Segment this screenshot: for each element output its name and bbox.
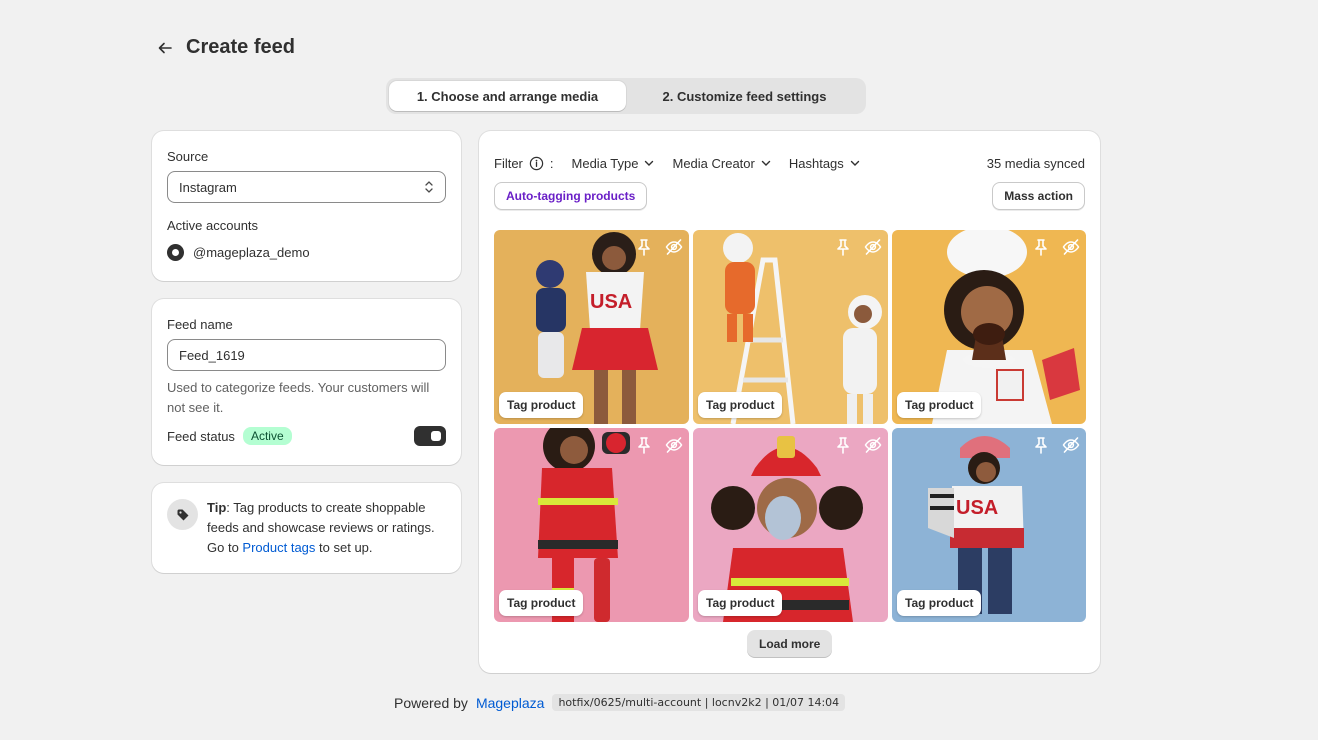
source-card: Source Instagram Active accounts @magepl… bbox=[152, 131, 461, 281]
tag-product-button[interactable]: Tag product bbox=[499, 590, 584, 616]
action-row: Auto-tagging products Mass action bbox=[494, 182, 1085, 210]
product-tags-link[interactable]: Product tags bbox=[242, 540, 315, 555]
hide-icon[interactable] bbox=[665, 238, 683, 256]
svg-text:USA: USA bbox=[590, 291, 632, 313]
version-badge: hotfix/0625/multi-account | locnv2k2 | 0… bbox=[552, 694, 846, 711]
tip-card: Tip: Tag products to create shoppable fe… bbox=[152, 483, 461, 573]
media-tile[interactable]: USA Tag product bbox=[892, 428, 1086, 622]
media-synced-count: 35 media synced bbox=[986, 155, 1085, 171]
media-card: Filter : Media Type Media Creator Hashta… bbox=[479, 131, 1100, 673]
source-label: Source bbox=[167, 149, 209, 164]
svg-text:USA: USA bbox=[956, 497, 998, 519]
pin-icon[interactable] bbox=[834, 238, 852, 256]
tip-bold: Tip bbox=[207, 500, 227, 515]
chevron-down-icon bbox=[761, 160, 771, 166]
page-title: Create feed bbox=[186, 36, 295, 58]
tag-product-button[interactable]: Tag product bbox=[698, 590, 783, 616]
account-radio[interactable] bbox=[167, 244, 184, 261]
status-badge: Active bbox=[242, 427, 292, 445]
step-customize-settings[interactable]: 2. Customize feed settings bbox=[626, 81, 863, 111]
hashtags-dropdown[interactable]: Hashtags bbox=[789, 156, 860, 171]
media-tile[interactable]: Tag product bbox=[892, 230, 1086, 424]
media-creator-dropdown[interactable]: Media Creator bbox=[672, 155, 771, 171]
footer: Powered by Mageplaza hotfix/0625/multi-a… bbox=[394, 694, 846, 711]
media-creator-label: Media Creator bbox=[672, 155, 755, 171]
page-header: Create feed bbox=[154, 36, 295, 59]
pin-icon[interactable] bbox=[1032, 238, 1050, 256]
info-icon[interactable] bbox=[529, 156, 544, 171]
feed-status-toggle[interactable] bbox=[414, 426, 446, 446]
filter-separator: : bbox=[549, 155, 554, 171]
hide-icon[interactable] bbox=[864, 436, 882, 454]
account-name: @mageplaza_demo bbox=[193, 245, 310, 260]
feed-name-label: Feed name bbox=[167, 317, 233, 332]
tip-text-part2: to set up. bbox=[315, 540, 373, 555]
hashtags-label: Hashtags bbox=[788, 155, 844, 171]
source-value: Instagram bbox=[179, 179, 237, 195]
filter-label: Filter : bbox=[494, 156, 554, 171]
tag-product-button[interactable]: Tag product bbox=[499, 392, 584, 418]
chevron-down-icon bbox=[645, 160, 654, 166]
account-option[interactable]: @mageplaza_demo bbox=[167, 244, 446, 261]
feed-status-label: Feed status bbox=[167, 428, 235, 444]
feed-status-row: Feed status Active bbox=[167, 426, 446, 446]
media-type-label: Media Type bbox=[571, 155, 639, 171]
tip-text: Tip: Tag products to create shoppable fe… bbox=[207, 498, 446, 558]
filter-row: Filter : Media Type Media Creator Hashta… bbox=[494, 151, 1085, 175]
media-tile[interactable]: Tag product bbox=[494, 428, 689, 622]
back-arrow-icon[interactable] bbox=[154, 37, 176, 59]
powered-by-text: Powered by bbox=[394, 694, 468, 711]
select-chevron-icon bbox=[425, 181, 433, 193]
media-tile[interactable]: Tag product bbox=[693, 428, 888, 622]
feed-card: Feed name Used to categorize feeds. Your… bbox=[152, 299, 461, 465]
auto-tagging-button[interactable]: Auto-tagging products bbox=[494, 182, 648, 210]
media-type-dropdown[interactable]: Media Type bbox=[572, 156, 655, 171]
feed-name-input[interactable] bbox=[167, 339, 446, 371]
hide-icon[interactable] bbox=[1062, 238, 1080, 256]
hide-icon[interactable] bbox=[665, 436, 683, 454]
pin-icon[interactable] bbox=[635, 238, 653, 256]
mass-action-button[interactable]: Mass action bbox=[992, 182, 1085, 210]
chevron-down-icon bbox=[850, 160, 859, 166]
tag-product-button[interactable]: Tag product bbox=[897, 590, 982, 616]
feed-name-help: Used to categorize feeds. Your customers… bbox=[167, 380, 430, 415]
accounts-label: Active accounts bbox=[167, 218, 259, 233]
pin-icon[interactable] bbox=[834, 436, 852, 454]
tag-icon bbox=[167, 499, 198, 530]
stepper: 1. Choose and arrange media 2. Customize… bbox=[386, 78, 866, 114]
step-choose-media[interactable]: 1. Choose and arrange media bbox=[389, 81, 626, 111]
filter-label-text: Filter bbox=[494, 155, 523, 171]
media-tile[interactable]: Tag product bbox=[693, 230, 888, 424]
pin-icon[interactable] bbox=[635, 436, 653, 454]
pin-icon[interactable] bbox=[1032, 436, 1050, 454]
hide-icon[interactable] bbox=[1062, 436, 1080, 454]
source-select[interactable]: Instagram bbox=[167, 171, 446, 203]
media-grid: USA Tag product Tag product Tag product … bbox=[494, 230, 1086, 622]
tag-product-button[interactable]: Tag product bbox=[897, 392, 982, 418]
media-tile[interactable]: USA Tag product bbox=[494, 230, 689, 424]
load-more-button[interactable]: Load more bbox=[747, 630, 833, 658]
mageplaza-link[interactable]: Mageplaza bbox=[476, 695, 545, 711]
tag-product-button[interactable]: Tag product bbox=[698, 392, 783, 418]
hide-icon[interactable] bbox=[864, 238, 882, 256]
